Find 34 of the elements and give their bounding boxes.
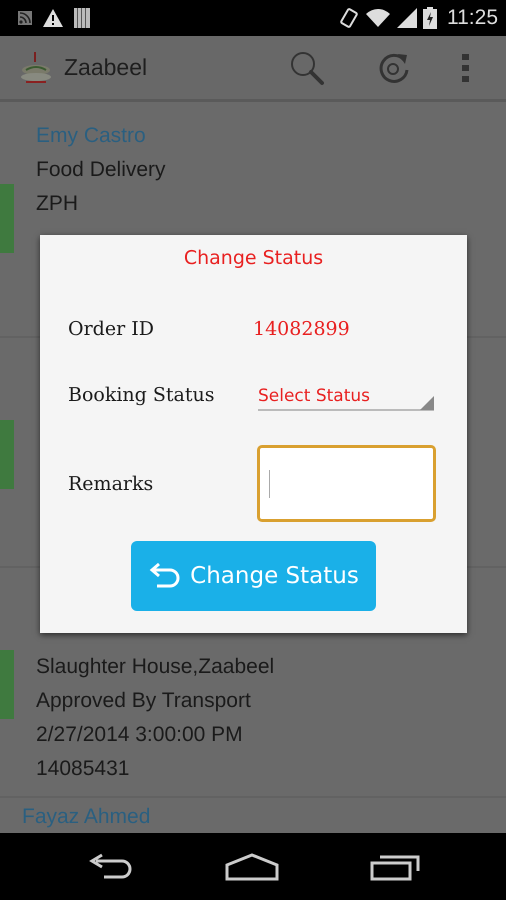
barcode-icon — [74, 8, 90, 28]
screen-rotation-icon — [339, 7, 359, 29]
wifi-icon — [365, 8, 391, 28]
order-id-value: 14082899 — [253, 318, 350, 340]
order-id-label: Order ID — [68, 318, 155, 340]
remarks-label: Remarks — [68, 472, 154, 494]
dropdown-triangle-icon — [420, 396, 434, 410]
overflow-menu-icon[interactable] — [462, 54, 470, 82]
change-status-button[interactable]: Change Status — [131, 541, 376, 611]
order-detail: Food Delivery — [36, 157, 166, 183]
status-bar-marker — [0, 650, 14, 719]
order-detail: Slaughter House,Zaabeel — [36, 654, 274, 680]
recent-apps-icon[interactable] — [370, 852, 420, 880]
remarks-field[interactable] — [257, 445, 436, 522]
signal-icon — [397, 8, 417, 28]
status-bar-marker — [0, 420, 14, 489]
status-dropdown[interactable]: Select Status — [258, 379, 434, 411]
booking-status-label: Booking Status — [68, 384, 216, 406]
status-bar-marker — [0, 184, 14, 253]
customer-name[interactable]: Emy Castro — [36, 119, 146, 153]
warning-icon — [42, 8, 64, 28]
undo-arrow-icon — [148, 562, 182, 590]
home-icon[interactable] — [224, 852, 279, 880]
dialog-title: Change Status — [184, 246, 324, 271]
order-detail: 14085431 — [36, 756, 130, 782]
logo-icon — [18, 50, 54, 86]
order-detail: 2/27/2014 3:00:00 PM — [36, 722, 243, 748]
order-detail: Approved By Transport — [36, 688, 251, 714]
app-title: Zaabeel — [64, 54, 148, 81]
order-detail: ZPH — [36, 191, 78, 217]
clock: 11:25 — [447, 6, 498, 30]
battery-icon — [423, 7, 437, 29]
customer-name[interactable]: Fayaz Ahmed — [22, 800, 150, 833]
rss-icon — [18, 11, 32, 25]
